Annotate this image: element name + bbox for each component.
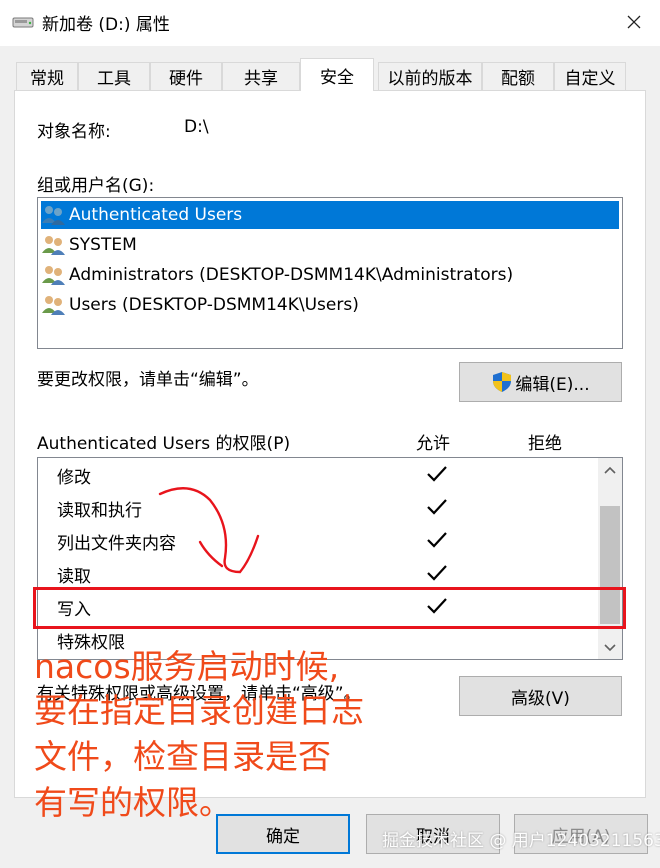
permissions-list[interactable]: 修改 读取和执行 列出文件夹内容 读取 写入 特殊权限: [37, 457, 623, 660]
window-title: 新加卷 (D:) 属性: [42, 15, 170, 35]
ok-button[interactable]: 确定: [216, 814, 350, 854]
tab-sharing[interactable]: 共享: [222, 62, 300, 90]
permission-row-write: 写入: [38, 591, 598, 624]
user-name: Authenticated Users: [69, 205, 243, 225]
permissions-scrollbar[interactable]: [598, 458, 622, 659]
tab-hardware[interactable]: 硬件: [150, 62, 222, 90]
permission-row-read: 读取: [38, 558, 598, 591]
chevron-down-icon[interactable]: [604, 644, 616, 652]
watermark: 掘金技术社区 @ 用户1240321156396: [382, 831, 660, 851]
allow-header: 允许: [416, 434, 450, 454]
list-item-users[interactable]: Users (DESKTOP-DSMM14K\Users): [41, 291, 619, 319]
check-icon: [427, 532, 447, 548]
tab-tools[interactable]: 工具: [78, 62, 150, 90]
edit-button[interactable]: 编辑(E)...: [459, 362, 622, 402]
user-group-icon: [42, 266, 65, 285]
list-item-authenticated-users[interactable]: Authenticated Users: [41, 201, 619, 229]
user-name: Administrators (DESKTOP-DSMM14K\Administ…: [69, 265, 514, 285]
permission-row-modify: 修改: [38, 459, 598, 492]
object-name-value: D:\: [184, 117, 209, 137]
scroll-thumb[interactable]: [600, 506, 620, 624]
close-icon: [627, 15, 641, 29]
list-item-system[interactable]: SYSTEM: [41, 231, 619, 259]
drive-icon: [12, 15, 34, 29]
tab-general[interactable]: 常规: [16, 62, 78, 90]
check-icon: [427, 565, 447, 581]
user-name: SYSTEM: [69, 235, 137, 255]
list-item-administrators[interactable]: Administrators (DESKTOP-DSMM14K\Administ…: [41, 261, 619, 289]
edit-hint: 要更改权限，请单击“编辑”。: [37, 370, 259, 390]
user-group-icon: [42, 296, 65, 315]
user-group-icon: [42, 206, 65, 225]
deny-header: 拒绝: [528, 434, 562, 454]
check-icon: [427, 466, 447, 482]
users-listbox[interactable]: Authenticated Users SYSTEM Administrator…: [37, 197, 623, 349]
user-name: Users (DESKTOP-DSMM14K\Users): [69, 295, 359, 315]
tab-security[interactable]: 安全: [300, 58, 374, 91]
shield-icon: [493, 372, 512, 392]
advanced-button[interactable]: 高级(V): [459, 676, 622, 716]
permission-row-list-folder: 列出文件夹内容: [38, 525, 598, 558]
title-bar: 新加卷 (D:) 属性: [0, 0, 660, 46]
permissions-label: Authenticated Users 的权限(P): [37, 434, 291, 454]
advanced-hint: 有关特殊权限或高级设置，请单击“高级”。: [37, 684, 361, 704]
user-group-icon: [42, 236, 65, 255]
permission-row-special: 特殊权限: [57, 633, 125, 653]
object-name-label: 对象名称:: [37, 122, 111, 142]
chevron-up-icon[interactable]: [604, 466, 616, 474]
group-users-label: 组或用户名(G):: [37, 176, 155, 196]
permission-row-read-execute: 读取和执行: [38, 492, 598, 525]
tab-previous-versions[interactable]: 以前的版本: [378, 62, 482, 90]
tab-customize[interactable]: 自定义: [554, 62, 626, 90]
check-icon: [427, 499, 447, 515]
check-icon: [427, 598, 447, 614]
tab-quota[interactable]: 配额: [482, 62, 554, 90]
close-button[interactable]: [612, 2, 656, 42]
